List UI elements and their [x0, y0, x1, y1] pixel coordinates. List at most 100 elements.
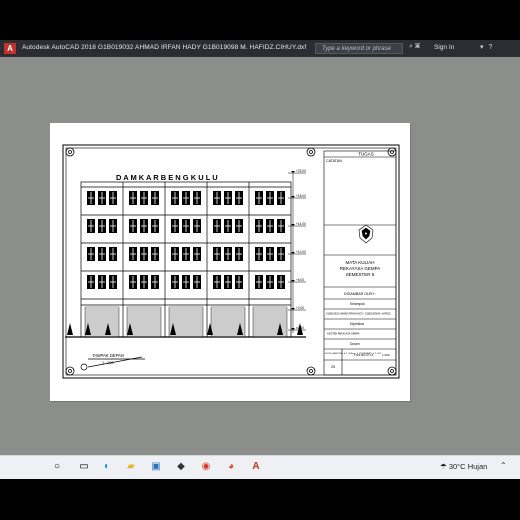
row1-label: Kelompok [350, 302, 365, 306]
window-unit [140, 219, 148, 233]
window-unit [213, 275, 221, 289]
window-unit [87, 275, 95, 289]
search-binoculars-icon[interactable]: ⌕ ▣ [409, 43, 420, 51]
drawn-by-label: DIGAMBAR OLEH : [344, 292, 376, 296]
window-unit [98, 219, 106, 233]
window-unit [193, 247, 201, 261]
window-grid [87, 191, 285, 289]
window-unit [109, 247, 117, 261]
title-bar: A Autodesk AutoCAD 2018 G1B019032 AHMAD … [0, 40, 520, 57]
window-unit [266, 191, 274, 205]
window-unit [129, 219, 137, 233]
window-unit [129, 247, 137, 261]
sheet-number: 25 [331, 365, 335, 369]
window-unit [266, 247, 274, 261]
window-unit [182, 191, 190, 205]
drawing-sheet[interactable]: D A M K A R B E N G K U L U +23.00 +18.00… [50, 123, 410, 401]
weather-temp: 30°C [448, 462, 466, 471]
window-unit [193, 275, 201, 289]
course-line3: SEMESTER 5 [346, 272, 375, 277]
course-line2: REKAYASA GEMPA [340, 266, 381, 271]
level-label: ±0.00 [296, 326, 304, 330]
window-title: Autodesk AutoCAD 2018 G1B019032 AHMAD IR… [22, 44, 307, 51]
window-unit [182, 275, 190, 289]
sheet-code: TGS.RG.III.Y4 [354, 353, 374, 357]
tray-expand-icon[interactable]: ⌃ [500, 461, 507, 470]
window-unit [266, 275, 274, 289]
search-icon[interactable]: ○ [50, 460, 64, 474]
autocad-taskbar-icon[interactable]: A [249, 460, 263, 474]
window-unit [235, 247, 243, 261]
notes-label: CATATAN [326, 159, 342, 163]
window-unit [171, 275, 179, 289]
window-unit [255, 247, 263, 261]
task-view-icon[interactable]: ▭ [77, 460, 91, 474]
window-unit [277, 219, 285, 233]
window-unit [151, 275, 159, 289]
file-explorer-icon[interactable]: ▰ [124, 460, 138, 474]
edge-browser-icon[interactable]: ◐ [100, 460, 114, 474]
window-unit [235, 275, 243, 289]
window-unit [224, 219, 232, 233]
tree-icon [67, 323, 73, 335]
sign-in-link[interactable]: Sign In [434, 44, 454, 51]
window-unit [213, 247, 221, 261]
window-unit [277, 247, 285, 261]
window-unit [140, 247, 148, 261]
sheet-scale: 1:200 [382, 353, 390, 357]
search-input[interactable]: Type a keyword or phrase [315, 43, 403, 54]
drawing-canvas: D A M K A R B E N G K U L U +23.00 +18.00… [62, 144, 400, 379]
vpn-shield-icon[interactable]: ◆ [174, 460, 188, 474]
autocad-logo-icon[interactable]: A [4, 43, 16, 54]
window-unit [87, 219, 95, 233]
window-unit [266, 219, 274, 233]
screen-recorder-icon[interactable]: ◉ [199, 460, 213, 474]
window-unit [224, 191, 232, 205]
ground-floor-shutters [84, 306, 288, 338]
window-unit [98, 275, 106, 289]
level-label: +2.00 [296, 306, 304, 310]
row1-text: G1B019032 AHMAD IRFAN HADY / G1B019098 M… [326, 313, 391, 316]
view-label: TAMPAK DEPAN [92, 353, 125, 358]
level-label: +14.00 [296, 222, 306, 226]
window-unit [171, 191, 179, 205]
toolbar-extra-icons[interactable]: ▾? [480, 43, 497, 51]
window-unit [151, 219, 159, 233]
window-unit [235, 191, 243, 205]
window-unit [255, 191, 263, 205]
window-unit [151, 247, 159, 261]
window-unit [129, 191, 137, 205]
window-unit [171, 219, 179, 233]
title-block-header: TUGAS [358, 152, 374, 157]
window-unit [109, 191, 117, 205]
level-marker: +23.00 [288, 169, 306, 174]
window-unit [235, 219, 243, 233]
window-unit [129, 275, 137, 289]
window-unit [193, 191, 201, 205]
store-icon[interactable]: ▣ [149, 460, 163, 474]
window-unit [255, 275, 263, 289]
window-unit [171, 247, 179, 261]
level-label: +6.00 [296, 278, 304, 282]
window-unit [98, 247, 106, 261]
row2-text: ASISTEN REKAYASA GEMPA [327, 333, 360, 336]
level-label: +10.00 [296, 250, 306, 254]
window-unit [109, 275, 117, 289]
weather-rain-icon: ☂ [440, 462, 447, 471]
chrome-icon[interactable]: ◕ [224, 460, 238, 474]
screen-bezel [0, 479, 520, 520]
scale-label: 1 : 200 [102, 361, 114, 365]
window-unit [224, 275, 232, 289]
window-unit [182, 219, 190, 233]
window-unit [182, 247, 190, 261]
row3-label: Dosen [350, 342, 360, 346]
weather-widget[interactable]: ☂ 30°C Hujan [440, 462, 487, 471]
building-title: D A M K A R B E N G K U L U [116, 173, 218, 182]
window-unit [224, 247, 232, 261]
window-unit [151, 191, 159, 205]
window-unit [140, 191, 148, 205]
window-unit [213, 191, 221, 205]
window-unit [277, 191, 285, 205]
window-unit [87, 247, 95, 261]
window-unit [140, 275, 148, 289]
